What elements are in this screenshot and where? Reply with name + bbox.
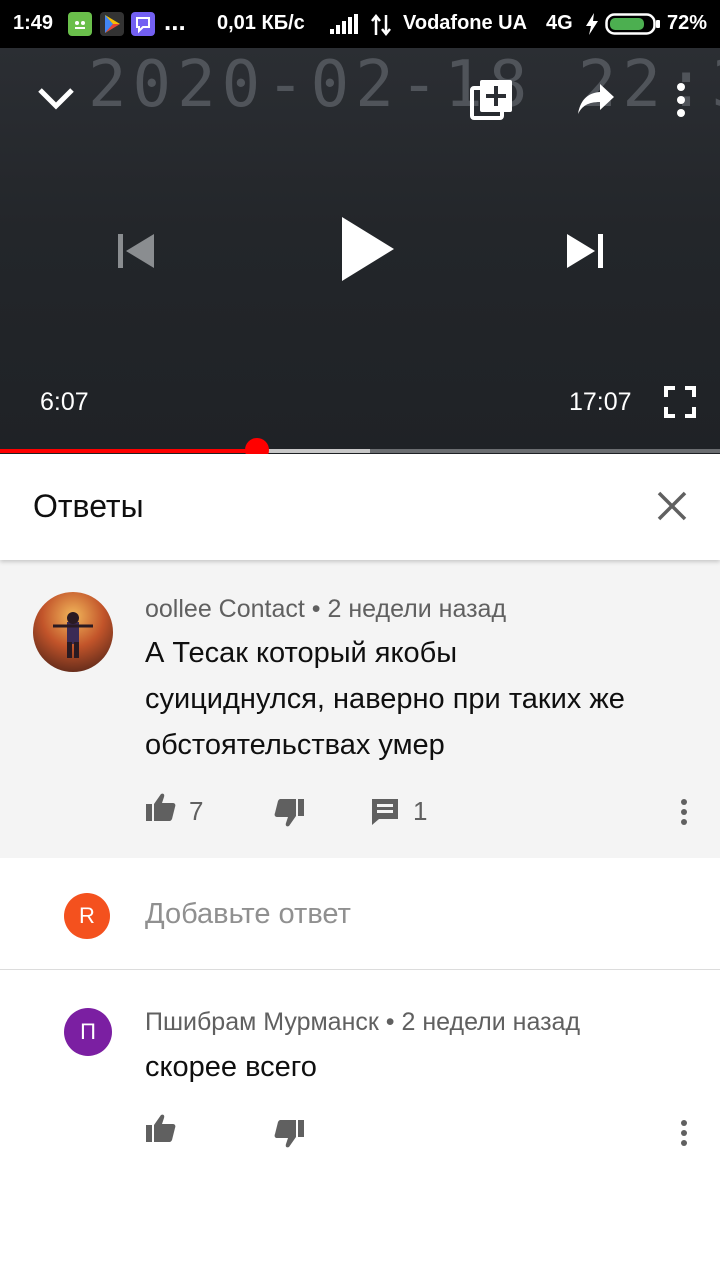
fullscreen-icon[interactable]	[664, 386, 696, 423]
carrier-name: Vodafone UA	[403, 12, 528, 34]
viber-icon	[131, 12, 155, 36]
video-player[interactable]: 2020-02-18 22:3 6:07 17:07	[0, 48, 720, 454]
share-icon[interactable]	[576, 82, 616, 123]
like-icon[interactable]	[145, 1113, 177, 1148]
more-notifications-dots: ...	[164, 6, 186, 36]
meta-separator: •	[311, 595, 321, 623]
add-to-playlist-icon[interactable]	[470, 78, 514, 127]
add-reply-row[interactable]: R Добавьте ответ	[0, 858, 720, 970]
more-vert-icon[interactable]	[670, 82, 692, 123]
progress-played	[0, 449, 258, 453]
avatar[interactable]	[33, 592, 113, 672]
status-bar: 1:49 ... 0,01 КБ/с Vodafone UA 4G 72%	[0, 0, 720, 48]
progress-bar[interactable]	[0, 438, 720, 462]
network-speed: 0,01 КБ/с	[217, 12, 305, 34]
status-time: 1:49	[13, 12, 54, 34]
more-vert-icon[interactable]	[678, 1119, 690, 1152]
data-transfer-icon	[369, 13, 393, 42]
reply-count: 1	[413, 796, 428, 826]
comment-author[interactable]: Пшибрам Мурманск	[145, 1008, 379, 1036]
play-icon[interactable]	[340, 215, 396, 288]
dislike-icon[interactable]	[273, 1119, 305, 1154]
previous-icon[interactable]	[116, 232, 156, 275]
comment-text: скорее всего	[145, 1051, 317, 1083]
battery-icon	[605, 13, 661, 41]
replies-panel-header: Ответы	[0, 454, 720, 560]
more-vert-icon[interactable]	[678, 798, 690, 831]
duration: 17:07	[569, 388, 632, 416]
add-reply-input[interactable]: Добавьте ответ	[145, 898, 351, 931]
play-store-icon	[100, 12, 124, 36]
chevron-down-icon[interactable]	[36, 84, 76, 119]
network-type: 4G	[546, 12, 573, 34]
avatar[interactable]: П	[64, 1008, 112, 1056]
dislike-icon[interactable]	[273, 798, 305, 833]
reply-comment: П Пшибрам Мурманск • 2 недели назад скор…	[0, 971, 720, 1171]
comment-text-line: А Тесак который якобы	[145, 637, 458, 669]
current-time: 6:07	[40, 388, 89, 416]
comment-age: 2 недели назад	[327, 595, 507, 623]
comment-author[interactable]: oollee Contact	[145, 595, 305, 623]
signal-icon	[330, 14, 360, 40]
comment-text-line: суициднулся, наверно при таких же	[145, 683, 625, 715]
panel-title: Ответы	[33, 488, 144, 524]
comment-meta: Пшибрам Мурманск • 2 недели назад	[145, 1008, 580, 1037]
charging-icon	[585, 13, 599, 41]
comment-meta: oollee Contact • 2 недели назад	[145, 595, 506, 624]
meta-separator: •	[385, 1008, 395, 1036]
parent-comment: oollee Contact • 2 недели назад А Тесак …	[0, 560, 720, 858]
video-timestamp-watermark: 2020-02-18 22:3	[88, 48, 720, 122]
like-icon[interactable]	[145, 792, 177, 827]
battery-percent: 72%	[667, 12, 708, 34]
close-icon[interactable]	[652, 486, 692, 526]
like-count: 7	[189, 796, 204, 826]
notification-app-icon	[68, 12, 92, 36]
next-icon[interactable]	[565, 232, 605, 275]
comment-text: А Тесак который якобы суициднулся, навер…	[145, 630, 705, 768]
avatar: R	[64, 893, 110, 939]
comment-text-line: обстоятельствах умер	[145, 729, 445, 761]
comment-age: 2 недели назад	[401, 1008, 581, 1036]
reply-icon[interactable]	[371, 798, 399, 831]
